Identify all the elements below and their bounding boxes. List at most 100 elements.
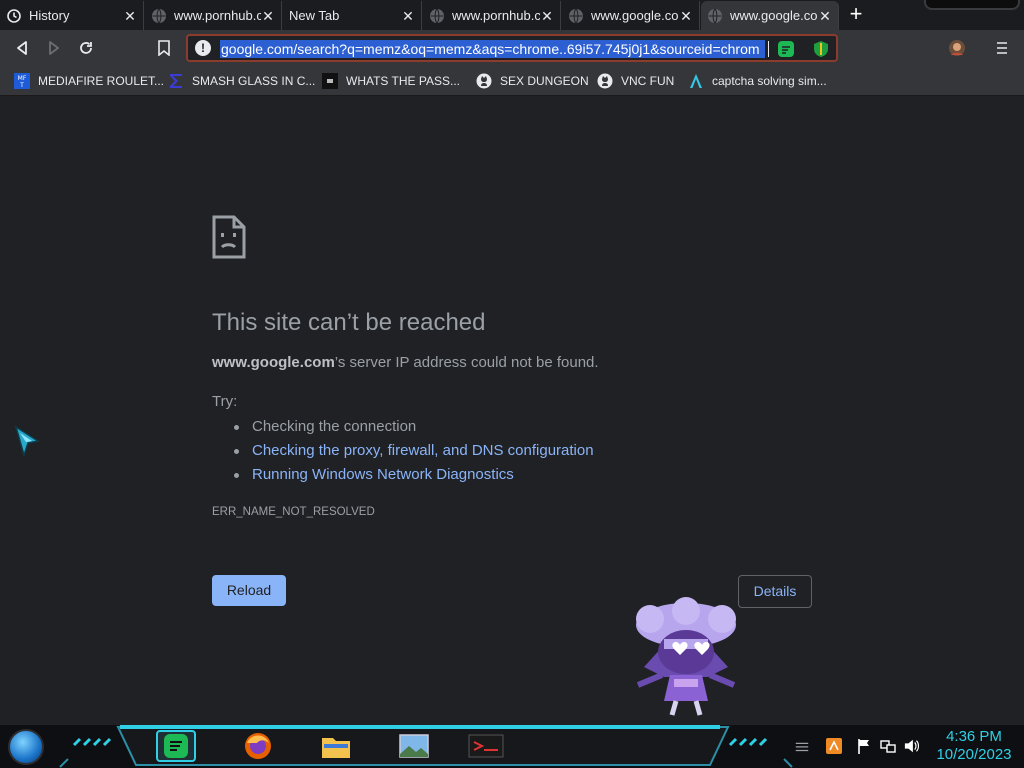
svg-text:T: T — [19, 82, 24, 89]
suggestion-diagnostics-link[interactable]: Running Windows Network Diagnostics — [230, 463, 594, 487]
network-icon — [880, 740, 896, 753]
tray-show-hidden[interactable] — [794, 738, 810, 754]
reload-button[interactable]: Reload — [212, 575, 286, 606]
bookmark-smash-glass[interactable]: SMASH GLASS IN C... — [168, 71, 315, 91]
window-controls[interactable] — [924, 0, 1020, 10]
tab-strip: History ✕ www.pornhub.c ✕ New Tab ✕ www.… — [0, 0, 1024, 30]
back-button[interactable] — [12, 38, 32, 58]
address-bar[interactable]: ! google.com/search?q=memz&oq=memz&aqs=c… — [186, 34, 838, 62]
svg-text:MF: MF — [18, 75, 27, 82]
close-icon[interactable]: ✕ — [679, 9, 693, 23]
menu-icon — [997, 42, 1007, 54]
history-icon — [7, 8, 21, 23]
tab-pornhub-2[interactable]: www.pornhub.c ✕ — [423, 1, 561, 30]
suggestion-list: Checking the connection Checking the pro… — [230, 415, 594, 487]
photos-icon — [399, 734, 429, 758]
cursor-arrow-icon — [14, 425, 40, 457]
bookmark-label: SMASH GLASS IN C... — [192, 74, 316, 88]
app-tray-icon — [826, 738, 842, 754]
suggestion-check-connection: Checking the connection — [230, 415, 594, 439]
suggestion-proxy-link[interactable]: Checking the proxy, firewall, and DNS co… — [230, 439, 594, 463]
sigma-icon — [170, 74, 182, 88]
back-icon — [17, 41, 27, 55]
bookmark-whats-the-pass[interactable]: WHATS THE PASS... — [322, 71, 460, 91]
new-tab-button[interactable]: + — [845, 3, 867, 26]
clock-time: 4:36 PM — [946, 728, 1002, 745]
taskbar-firefox[interactable] — [238, 730, 278, 762]
firefox-icon — [245, 733, 271, 759]
close-icon[interactable]: ✕ — [261, 9, 275, 23]
tab-title: History — [29, 8, 70, 23]
close-icon[interactable]: ✕ — [401, 9, 415, 23]
taskbar-clock[interactable]: 4:36 PM 10/20/2023 — [928, 728, 1020, 764]
taskbar-file-explorer[interactable] — [316, 730, 356, 762]
reload-browser-button[interactable] — [76, 38, 96, 58]
bookmark-label: VNC FUN — [621, 74, 675, 88]
start-button[interactable] — [8, 729, 44, 765]
close-icon[interactable]: ✕ — [540, 9, 554, 23]
tab-title: www.pornhub.c — [174, 8, 261, 23]
bookmark-star-button[interactable] — [154, 38, 174, 58]
tray-action-center[interactable] — [856, 738, 872, 754]
bookmark-mediafire[interactable]: MF T MEDIAFIRE ROULET... — [14, 71, 164, 91]
browser-toolbar: ! google.com/search?q=memz&oq=memz&aqs=c… — [0, 30, 1024, 66]
tray-volume[interactable] — [904, 738, 920, 754]
tab-title: www.google.co — [730, 8, 818, 23]
globe-icon — [569, 8, 583, 23]
terminal-icon — [468, 734, 504, 758]
mascot-character-image — [636, 597, 736, 716]
try-label: Try: — [212, 393, 238, 410]
bookmark-label: SEX DUNGEON — [500, 74, 589, 88]
mediafire-icon: MFT — [14, 73, 30, 89]
tab-title: www.google.co — [591, 8, 679, 23]
tab-title: www.pornhub.c — [452, 8, 540, 23]
tray-network[interactable] — [880, 738, 896, 754]
bookmark-captcha[interactable]: captcha solving sim... — [688, 71, 827, 91]
shield-extension-icon[interactable] — [812, 40, 830, 58]
error-code: ERR_NAME_NOT_RESOLVED — [212, 506, 375, 518]
bookmark-sex-dungeon[interactable]: SEX DUNGEON — [476, 71, 589, 91]
refresh-icon — [80, 42, 92, 54]
error-page: This site can’t be reached www.google.co… — [0, 97, 1024, 725]
url-text[interactable]: google.com/search?q=memz&oq=memz&aqs=chr… — [220, 40, 765, 58]
tab-pornhub-1[interactable]: www.pornhub.c ✕ — [145, 1, 282, 30]
taskbar-spotify[interactable] — [156, 730, 196, 762]
github-icon — [476, 73, 492, 89]
error-title: This site can’t be reached — [212, 309, 486, 336]
bookmark-vnc-fun[interactable]: VNC FUN — [597, 71, 674, 91]
tab-title: New Tab — [289, 8, 340, 23]
spotify-icon — [164, 734, 188, 758]
globe-icon — [152, 8, 166, 23]
globe-icon — [430, 8, 444, 23]
error-message-text: ’s server IP address could not be found. — [334, 354, 599, 371]
volume-icon — [904, 739, 920, 753]
dark-square-icon — [322, 73, 338, 89]
tab-google-1[interactable]: www.google.co ✕ — [562, 1, 700, 30]
forward-icon — [49, 41, 59, 55]
error-host: www.google.com — [212, 354, 335, 371]
tab-new-tab[interactable]: New Tab ✕ — [283, 1, 422, 30]
tab-google-2[interactable]: www.google.co ✕ — [701, 1, 839, 30]
taskbar-photos[interactable] — [394, 730, 434, 762]
bookmark-label: MEDIAFIRE ROULET... — [38, 74, 165, 88]
text-caret — [768, 41, 769, 57]
details-button[interactable]: Details — [738, 575, 812, 608]
tray-app[interactable] — [826, 738, 842, 754]
bookmarks-bar: MF T MEDIAFIRE ROULET... SMASH GLASS IN C… — [0, 66, 1024, 96]
bookmark-icon — [158, 40, 170, 56]
tab-history[interactable]: History ✕ — [0, 1, 144, 30]
spotify-extension-icon[interactable] — [777, 40, 795, 58]
flag-icon — [858, 739, 869, 754]
stack-icon — [795, 742, 809, 752]
file-explorer-icon — [322, 738, 350, 758]
forward-button[interactable] — [44, 38, 64, 58]
info-icon[interactable]: ! — [195, 40, 211, 56]
lambda-icon — [690, 74, 702, 88]
close-icon[interactable]: ✕ — [818, 9, 832, 23]
profile-avatar[interactable] — [948, 39, 966, 57]
menu-button[interactable] — [992, 38, 1012, 58]
error-message: www.google.com’s server IP address could… — [212, 354, 599, 371]
taskbar-terminal[interactable] — [466, 730, 506, 762]
bookmark-label: WHATS THE PASS... — [346, 74, 461, 88]
close-icon[interactable]: ✕ — [123, 9, 137, 23]
